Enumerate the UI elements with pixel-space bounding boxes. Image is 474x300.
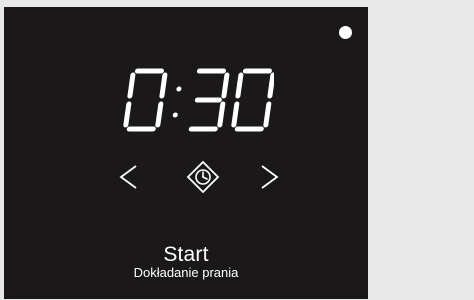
status-indicator-dot bbox=[339, 26, 352, 39]
action-labels[interactable]: Start Dokładanie prania bbox=[4, 244, 368, 280]
add-laundry-label: Dokładanie prania bbox=[133, 265, 239, 280]
digit-3 bbox=[188, 68, 230, 132]
next-button[interactable] bbox=[254, 155, 284, 199]
timer-diamond-icon bbox=[186, 160, 220, 194]
appliance-display-panel: 0:30 bbox=[4, 7, 368, 299]
timer-button[interactable] bbox=[180, 155, 226, 199]
seven-segment-digits bbox=[123, 68, 274, 132]
colon bbox=[172, 86, 182, 118]
start-label[interactable]: Start bbox=[4, 244, 368, 266]
time-readout: 0:30 bbox=[114, 67, 274, 133]
navigation-row bbox=[4, 155, 368, 199]
digit-0 bbox=[123, 68, 168, 132]
page: 0:30 bbox=[0, 0, 474, 300]
digit-0-second bbox=[231, 68, 274, 132]
chevron-right-icon bbox=[261, 165, 279, 189]
chevron-left-icon bbox=[119, 165, 137, 189]
previous-button[interactable] bbox=[114, 155, 144, 199]
